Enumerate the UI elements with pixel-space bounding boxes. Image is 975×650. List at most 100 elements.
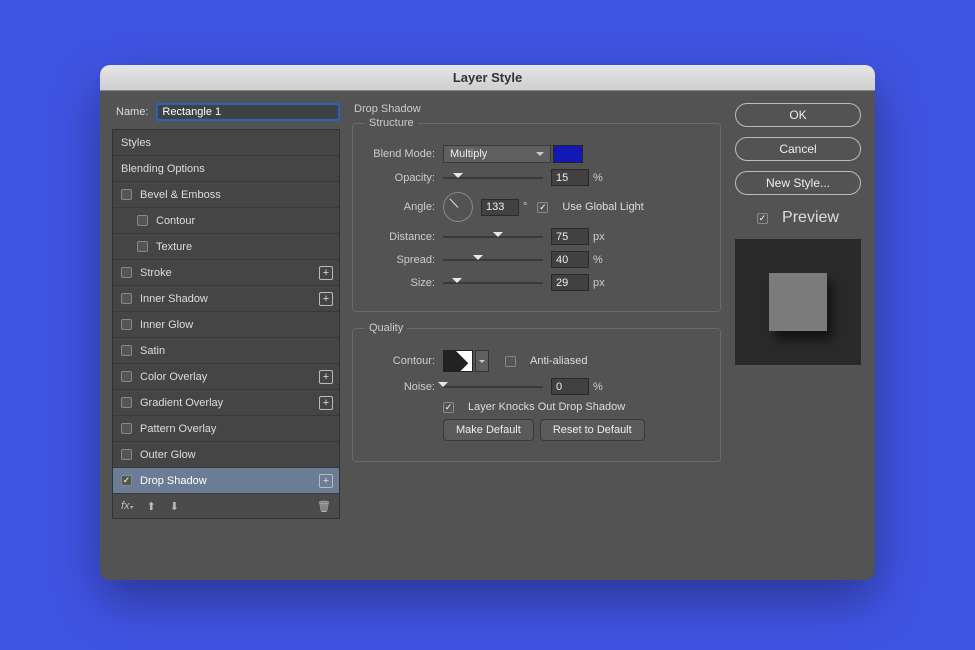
noise-slider[interactable]: [443, 380, 543, 394]
size-label: Size:: [365, 277, 435, 289]
style-label: Contour: [156, 215, 195, 227]
styles-header[interactable]: Styles: [113, 130, 339, 156]
style-label: Drop Shadow: [140, 475, 207, 487]
style-checkbox[interactable]: [137, 215, 148, 226]
size-slider[interactable]: [443, 276, 543, 290]
style-checkbox[interactable]: [121, 475, 132, 486]
style-label: Bevel & Emboss: [140, 189, 221, 201]
style-label: Pattern Overlay: [140, 423, 216, 435]
opacity-label: Opacity:: [365, 172, 435, 184]
style-label: Outer Glow: [140, 449, 196, 461]
contour-dropdown-icon[interactable]: [475, 350, 489, 372]
knockout-label: Layer Knocks Out Drop Shadow: [468, 401, 625, 413]
preview-label: Preview: [782, 209, 839, 227]
style-row-satin[interactable]: Satin: [113, 338, 339, 364]
style-row-inner-shadow[interactable]: Inner Shadow +: [113, 286, 339, 312]
opacity-unit: %: [593, 172, 603, 184]
noise-input[interactable]: [551, 378, 589, 395]
style-row-stroke[interactable]: Stroke +: [113, 260, 339, 286]
styles-list: Styles Blending Options Bevel & Emboss Co…: [112, 129, 340, 519]
spread-input[interactable]: [551, 251, 589, 268]
size-unit: px: [593, 277, 605, 289]
style-checkbox[interactable]: [121, 371, 132, 382]
preview-checkbox[interactable]: [757, 213, 768, 224]
style-row-texture[interactable]: Texture: [113, 234, 339, 260]
style-label: Inner Glow: [140, 319, 193, 331]
angle-input[interactable]: [481, 199, 519, 216]
noise-unit: %: [593, 381, 603, 393]
preview-box: [735, 239, 861, 365]
style-label: Stroke: [140, 267, 172, 279]
structure-legend: Structure: [365, 117, 418, 129]
style-checkbox[interactable]: [137, 241, 148, 252]
ok-button[interactable]: OK: [735, 103, 861, 127]
angle-label: Angle:: [365, 201, 435, 213]
angle-dial[interactable]: [443, 192, 473, 222]
style-checkbox[interactable]: [121, 267, 132, 278]
fx-icon[interactable]: fx▾: [121, 500, 133, 512]
spread-unit: %: [593, 254, 603, 266]
structure-group: Structure Blend Mode: Multiply Opacity: …: [352, 117, 721, 312]
style-row-inner-glow[interactable]: Inner Glow: [113, 312, 339, 338]
add-instance-icon[interactable]: +: [319, 474, 333, 488]
style-row-pattern-overlay[interactable]: Pattern Overlay: [113, 416, 339, 442]
style-label: Color Overlay: [140, 371, 207, 383]
style-checkbox[interactable]: [121, 319, 132, 330]
style-checkbox[interactable]: [121, 293, 132, 304]
make-default-button[interactable]: Make Default: [443, 419, 534, 441]
panel-title: Drop Shadow: [354, 103, 721, 115]
style-checkbox[interactable]: [121, 345, 132, 356]
add-instance-icon[interactable]: +: [319, 266, 333, 280]
add-instance-icon[interactable]: +: [319, 396, 333, 410]
add-instance-icon[interactable]: +: [319, 292, 333, 306]
move-down-icon[interactable]: ⬇: [170, 500, 179, 513]
distance-unit: px: [593, 231, 605, 243]
shadow-color-swatch[interactable]: [553, 145, 583, 163]
cancel-button[interactable]: Cancel: [735, 137, 861, 161]
add-instance-icon[interactable]: +: [319, 370, 333, 384]
anti-aliased-checkbox[interactable]: [505, 356, 516, 367]
quality-group: Quality Contour: Anti-aliased Noise: %: [352, 322, 721, 462]
angle-unit: °: [523, 201, 527, 213]
spread-slider[interactable]: [443, 253, 543, 267]
style-row-gradient-overlay[interactable]: Gradient Overlay +: [113, 390, 339, 416]
reset-default-button[interactable]: Reset to Default: [540, 419, 645, 441]
blending-options-header[interactable]: Blending Options: [113, 156, 339, 182]
style-checkbox[interactable]: [121, 397, 132, 408]
use-global-light-checkbox[interactable]: [537, 202, 548, 213]
opacity-slider[interactable]: [443, 171, 543, 185]
name-label: Name:: [116, 106, 148, 118]
move-up-icon[interactable]: ⬆: [147, 500, 156, 513]
style-label: Satin: [140, 345, 165, 357]
style-row-drop-shadow[interactable]: Drop Shadow +: [113, 468, 339, 494]
knockout-checkbox[interactable]: [443, 402, 454, 413]
style-row-bevel-emboss[interactable]: Bevel & Emboss: [113, 182, 339, 208]
preview-swatch: [769, 273, 827, 331]
style-row-outer-glow[interactable]: Outer Glow: [113, 442, 339, 468]
style-row-color-overlay[interactable]: Color Overlay +: [113, 364, 339, 390]
distance-input[interactable]: [551, 228, 589, 245]
size-input[interactable]: [551, 274, 589, 291]
use-global-light-label: Use Global Light: [562, 201, 643, 213]
blend-mode-select[interactable]: Multiply: [443, 145, 551, 163]
anti-aliased-label: Anti-aliased: [530, 355, 587, 367]
name-field[interactable]: [156, 103, 340, 121]
distance-label: Distance:: [365, 231, 435, 243]
new-style-button[interactable]: New Style...: [735, 171, 861, 195]
style-checkbox[interactable]: [121, 449, 132, 460]
layer-style-dialog: Layer Style Name: Styles Blending Option…: [100, 65, 875, 580]
contour-label: Contour:: [365, 355, 435, 367]
opacity-input[interactable]: [551, 169, 589, 186]
style-label: Inner Shadow: [140, 293, 208, 305]
style-label: Gradient Overlay: [140, 397, 223, 409]
distance-slider[interactable]: [443, 230, 543, 244]
style-checkbox[interactable]: [121, 189, 132, 200]
trash-icon[interactable]: 🗑: [317, 500, 331, 513]
contour-picker[interactable]: [443, 350, 473, 372]
styles-list-footer: fx▾ ⬆ ⬇ 🗑: [113, 494, 339, 518]
dialog-title: Layer Style: [100, 65, 875, 91]
style-row-contour[interactable]: Contour: [113, 208, 339, 234]
blend-mode-label: Blend Mode:: [365, 148, 435, 160]
noise-label: Noise:: [365, 381, 435, 393]
style-checkbox[interactable]: [121, 423, 132, 434]
